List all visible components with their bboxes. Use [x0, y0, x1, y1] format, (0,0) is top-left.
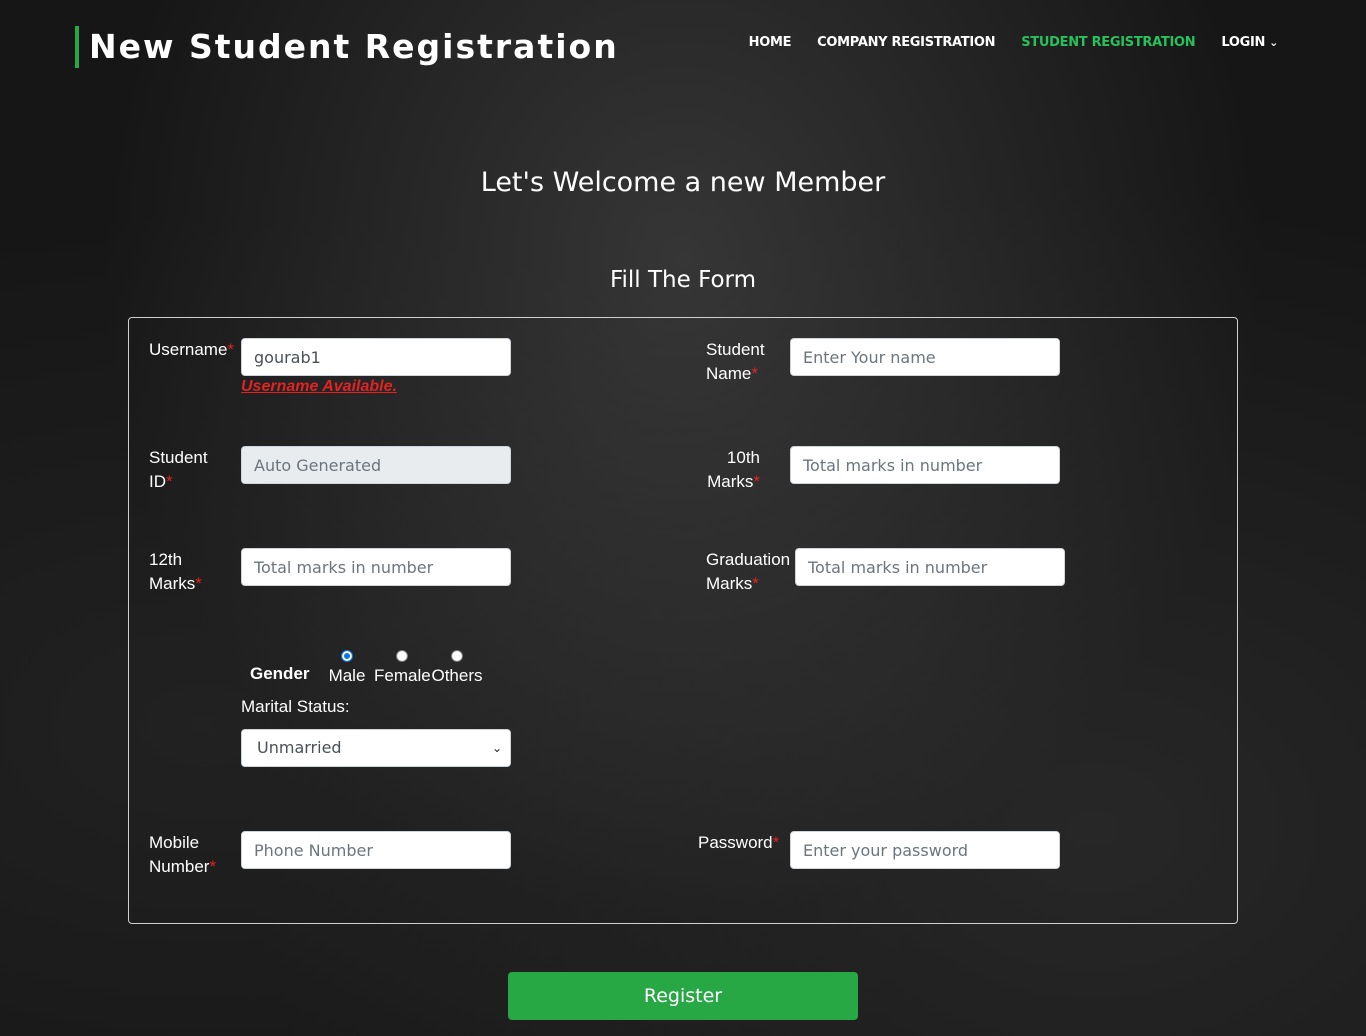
gender-radio-male[interactable] — [341, 650, 353, 662]
nav-student-registration[interactable]: STUDENT REGISTRATION — [1021, 35, 1195, 50]
nav-home[interactable]: HOME — [749, 35, 792, 50]
mobile-number-label: Mobile Number* — [149, 833, 217, 876]
twelfth-marks-input[interactable] — [241, 548, 511, 586]
page-brand-title: New Student Registration — [75, 26, 619, 68]
password-label: Password* — [698, 833, 780, 852]
nav-login-label: LOGIN — [1221, 35, 1266, 50]
gender-radio-others[interactable] — [451, 650, 463, 662]
main-nav: HOME COMPANY REGISTRATION STUDENT REGIST… — [723, 35, 1279, 50]
marital-status-label: Marital Status: — [241, 697, 350, 716]
graduation-marks-input[interactable] — [795, 548, 1065, 586]
register-button[interactable]: Register — [508, 972, 858, 1020]
gender-option-female[interactable]: Female — [374, 650, 431, 686]
mobile-number-input[interactable] — [241, 831, 511, 869]
nav-company-registration[interactable]: COMPANY REGISTRATION — [817, 35, 995, 50]
student-id-label: Student ID* — [149, 448, 208, 491]
student-name-label: Student Name* — [706, 340, 765, 383]
tenth-marks-input[interactable] — [790, 446, 1060, 484]
chevron-down-icon: ⌄ — [1269, 36, 1278, 49]
form-heading: Fill The Form — [609, 267, 757, 293]
marital-status-select[interactable]: Unmarried ⌄ — [241, 729, 511, 767]
site-header: New Student Registration HOME COMPANY RE… — [0, 0, 1366, 90]
gender-label: Gender — [250, 664, 310, 683]
gender-option-label: Others — [431, 666, 483, 685]
twelfth-marks-label: 12th Marks* — [149, 550, 202, 593]
username-label: Username* — [149, 340, 235, 359]
nav-login[interactable]: LOGIN ⌄ — [1221, 35, 1278, 50]
username-input[interactable] — [241, 338, 511, 376]
tenth-marks-label: 10th Marks* — [707, 448, 760, 491]
chevron-down-icon: ⌄ — [491, 741, 502, 755]
gender-option-label: Female — [374, 666, 431, 685]
gender-option-label: Male — [328, 666, 366, 685]
marital-status-value: Unmarried — [257, 738, 342, 757]
graduation-marks-label: Graduation Marks* — [706, 550, 791, 593]
student-id-input — [241, 446, 511, 484]
password-input[interactable] — [790, 831, 1060, 869]
gender-option-male[interactable]: Male — [327, 650, 367, 686]
gender-option-others[interactable]: Others — [431, 650, 483, 686]
gender-radio-female[interactable] — [395, 650, 408, 662]
username-status: Username Available. — [241, 378, 397, 395]
welcome-heading: Let's Welcome a new Member — [480, 167, 886, 198]
student-name-input[interactable] — [790, 338, 1060, 376]
